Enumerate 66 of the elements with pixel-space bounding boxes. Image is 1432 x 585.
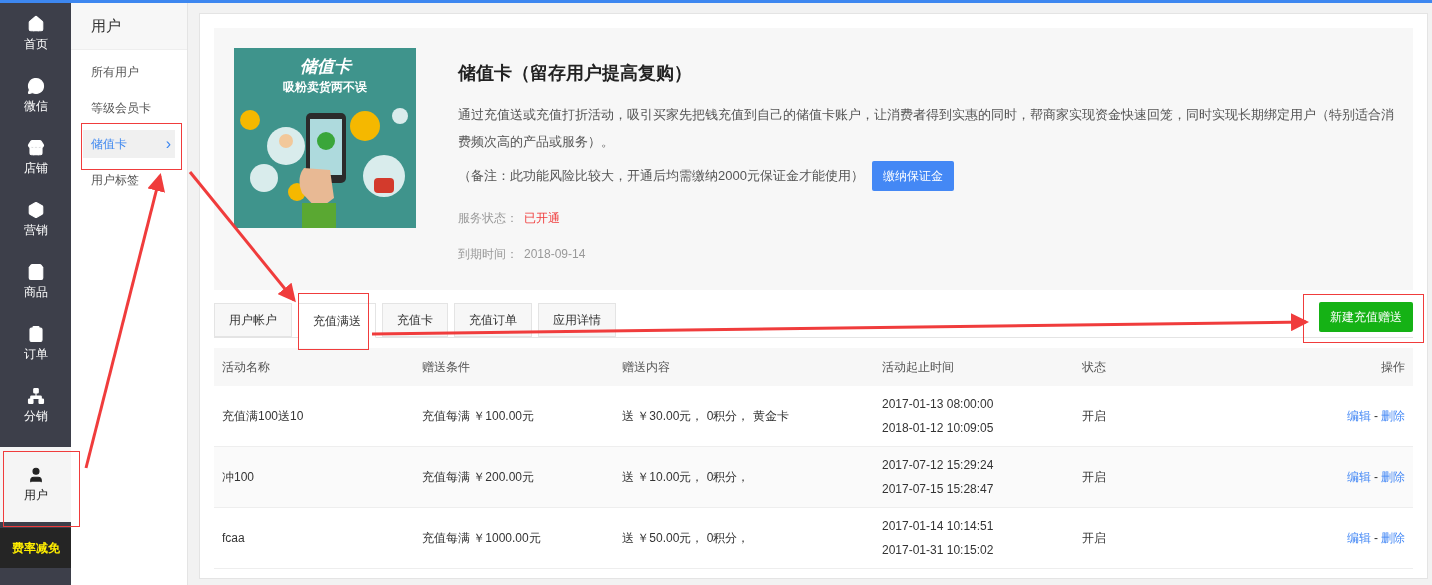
home-icon [26,15,45,33]
nav-item[interactable]: 分销 [0,375,71,437]
nav-item[interactable]: 营销 [0,189,71,251]
store-icon [26,139,45,157]
table-cell-text: 2017-01-13 08:00:00 [882,396,995,413]
table-cell-text: 2018-01-12 10:09:05 [882,420,995,437]
table-cell: 送 ￥30.00元， 0积分， 黄金卡 [622,409,789,423]
info-note: （备注：此功能风险比较大，开通后均需缴纳2000元保证金才能使用） [458,167,864,186]
delete-link[interactable]: 删除 [1381,407,1405,425]
highlight-frame [298,293,369,350]
nav-item[interactable]: 首页 [0,3,71,65]
column-header: 活动名称 [222,359,271,376]
submenu-item[interactable]: 用户标签 [83,166,175,194]
tab[interactable]: 用户帐户 [214,303,292,337]
delete-link[interactable]: 删除 [1381,468,1405,486]
nav-item[interactable]: 店铺 [0,127,71,189]
table-cell: fcaa [222,531,245,545]
table-cell: 开启 [1082,470,1106,484]
tab[interactable]: 应用详情 [538,303,616,337]
banner-title: 储值卡 [299,58,351,75]
table-cell-text: 2017-01-14 10:14:51 [882,518,995,535]
separator: - [1374,530,1378,547]
table-cell: 充值每满 ￥200.00元 [422,470,535,484]
info-title: 储值卡（留存用户提高复购） [458,62,693,85]
column-header: 操作 [1380,359,1405,376]
status-label: 服务状态： [458,210,518,227]
column-header: 赠送条件 [422,359,471,376]
tab[interactable]: 充值卡 [382,303,448,337]
table-cell-text: 2017-01-31 10:15:02 [882,542,995,559]
nav-item[interactable]: 订单 [0,313,71,375]
cube-icon [26,201,45,219]
table-cell: 充值满100送10 [222,409,304,423]
separator: - [1374,469,1378,486]
edit-link[interactable]: 编辑 [1347,407,1371,425]
nav-item[interactable]: 微信 [0,65,71,127]
table-cell: 充值每满 ￥100.00元 [422,409,535,423]
expiry-label: 到期时间： [458,246,518,263]
expiry-value: 2018-09-14 [524,246,586,263]
table-cell: 冲100 [222,470,255,484]
table-cell-text: 2017-07-12 15:29:24 [882,457,995,474]
table-cell: 充值每满 ￥1000.00元 [422,531,541,545]
table-cell: 开启 [1082,409,1106,423]
column-header: 活动起止时间 [882,359,955,376]
submenu-item[interactable]: 等级会员卡 [83,94,175,122]
edit-link[interactable]: 编辑 [1347,529,1371,547]
chat-bubbles-icon [26,77,45,95]
submenu-title: 用户 [71,3,187,50]
separator: - [1374,408,1378,425]
chevron-icon: › [165,132,171,156]
tab[interactable]: 充值满送 [298,303,376,338]
banner-subtitle: 吸粉卖货两不误 [283,81,367,93]
submenu-item[interactable]: 所有用户 [83,58,175,86]
delete-link[interactable]: 删除 [1381,529,1405,547]
column-header: 赠送内容 [622,359,671,376]
table-cell: 送 ￥10.00元， 0积分， [622,470,750,484]
hierarchy-icon [26,387,45,405]
table-cell-text: 2017-07-15 15:28:47 [882,481,995,498]
nav-item[interactable]: 商品 [0,251,71,313]
status-value: 已开通 [524,210,560,227]
nav-item[interactable]: 用户 [0,447,71,522]
edit-link[interactable]: 编辑 [1347,468,1371,486]
promo-badge[interactable]: 费率减免 [0,528,71,568]
info-description: 通过充值送或充值打折活动，吸引买家先把钱充值到自己的储值卡账户，让消费者得到实惠的同时，帮商家实现资金快速回笼，同时实现长期绑定用户（特别适合消费频次高的产品或服务）。 [458,106,1395,151]
column-header: 状态 [1082,359,1107,376]
table-cell: 开启 [1082,531,1106,545]
table-cell: 送 ￥50.00元， 0积分， [622,531,750,545]
